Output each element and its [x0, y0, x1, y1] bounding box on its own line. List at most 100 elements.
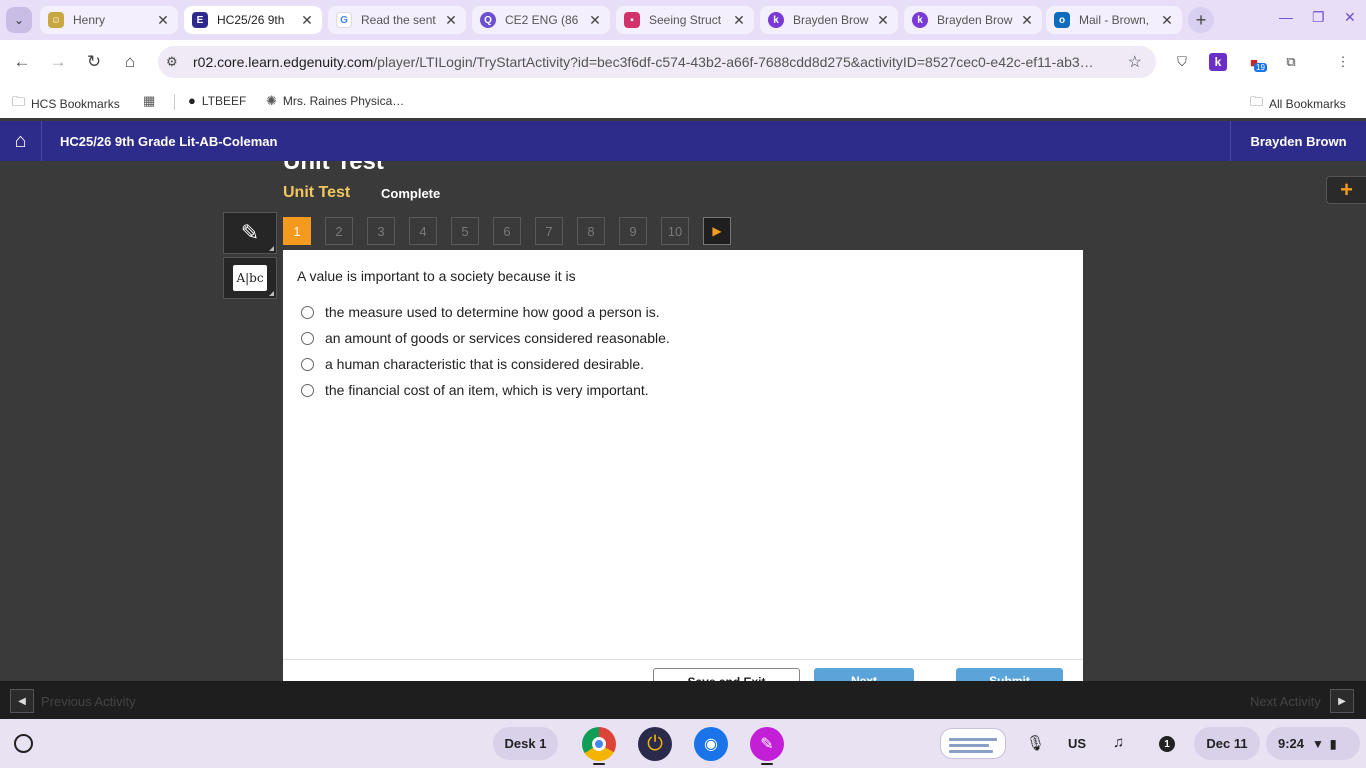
close-icon[interactable]: ✕	[732, 12, 746, 29]
quizizz-favicon-icon: Q	[480, 12, 496, 28]
power-app-icon[interactable]: ⏻	[638, 727, 672, 761]
bookmark-hcs[interactable]: 🗀 HCS Bookmarks	[12, 93, 120, 115]
previous-activity-label[interactable]: Previous Activity	[41, 694, 136, 709]
user-menu[interactable]: Brayden Brown	[1230, 121, 1366, 161]
close-icon[interactable]: ✕	[444, 12, 458, 29]
option-label[interactable]: an amount of goods or services considere…	[325, 330, 670, 346]
question-nav-9[interactable]: 9	[619, 217, 647, 245]
close-icon[interactable]: ✕	[1160, 12, 1174, 29]
answer-option-4[interactable]: the financial cost of an item, which is …	[301, 382, 649, 398]
radio-button[interactable]	[301, 383, 314, 397]
bookmark-star-icon[interactable]: ☆	[1128, 52, 1142, 72]
microphone-icon[interactable]: 🎙	[1026, 734, 1045, 752]
close-icon[interactable]: ✕	[876, 12, 890, 29]
close-icon[interactable]: ✕	[300, 12, 314, 29]
tab-title: Read the sent	[361, 13, 436, 27]
save-and-exit-button[interactable]: Save and Exit	[653, 668, 800, 681]
radio-button[interactable]	[301, 357, 314, 371]
plus-icon: +	[1340, 177, 1353, 202]
launcher-icon[interactable]	[14, 734, 33, 753]
bookmark-ltbeef[interactable]: ● LTBEEF	[188, 93, 246, 108]
course-title: HC25/26 9th Grade Lit-AB-Coleman	[60, 134, 278, 149]
browser-tab[interactable]: ☺ Henry ✕	[40, 6, 178, 34]
answer-option-2[interactable]: an amount of goods or services considere…	[301, 330, 670, 346]
question-nav-1[interactable]: 1	[283, 217, 311, 245]
notes-app-icon[interactable]: ✎	[750, 727, 784, 761]
close-icon[interactable]: ✕	[1020, 12, 1034, 29]
bookmark-raines[interactable]: ✺ Mrs. Raines Physica…	[266, 93, 404, 109]
chevron-left-icon: ◀	[18, 695, 26, 707]
input-method[interactable]: US	[1060, 727, 1094, 760]
browser-tab[interactable]: k Brayden Brow ✕	[760, 6, 898, 34]
desk-switcher[interactable]: Desk 1	[493, 727, 558, 760]
next-button[interactable]: Next	[814, 668, 914, 681]
more-menu-icon[interactable]: ⋮	[1334, 53, 1352, 71]
option-label[interactable]: a human characteristic that is considere…	[325, 356, 644, 372]
home-icon[interactable]: ⌂	[120, 52, 140, 72]
question-nav-2[interactable]: 2	[325, 217, 353, 245]
close-window-icon[interactable]: ✕	[1344, 9, 1356, 26]
option-label[interactable]: the measure used to determine how good a…	[325, 304, 660, 320]
status-area[interactable]: 9:24 ▼ ▮	[1266, 727, 1360, 760]
question-nav-3[interactable]: 3	[367, 217, 395, 245]
submit-button[interactable]: Submit	[956, 668, 1063, 681]
address-bar[interactable]: ⚙ r02.core.learn.edgenuity.com/player/LT…	[158, 46, 1156, 78]
holding-space-thumbnail[interactable]	[940, 728, 1006, 759]
question-nav-10[interactable]: 10	[661, 217, 689, 245]
browser-tab-active[interactable]: E HC25/26 9th ✕	[184, 6, 322, 34]
date-pill[interactable]: Dec 11	[1194, 727, 1260, 760]
question-nav-6[interactable]: 6	[493, 217, 521, 245]
tab-search-button[interactable]: ⌄	[6, 7, 32, 33]
expand-tools-button[interactable]: +	[1326, 176, 1366, 204]
question-nav-7[interactable]: 7	[535, 217, 563, 245]
new-tab-button[interactable]: +	[1188, 7, 1214, 33]
forward-icon[interactable]: →	[48, 52, 68, 72]
dictionary-tool-button[interactable]: A|bc	[223, 257, 277, 299]
thumbnail-line	[949, 744, 989, 747]
camera-app-icon[interactable]: ◉	[694, 727, 728, 761]
henry-favicon-icon: ☺	[48, 12, 64, 28]
extensions-puzzle-icon[interactable]: ⧉	[1282, 53, 1300, 71]
radio-button[interactable]	[301, 331, 314, 345]
question-nav-8[interactable]: 8	[577, 217, 605, 245]
tab-title: HC25/26 9th	[217, 13, 285, 27]
question-nav-4[interactable]: 4	[409, 217, 437, 245]
tab-title: CE2 ENG (86	[505, 13, 579, 27]
minimize-icon[interactable]: —	[1279, 9, 1293, 25]
url-text[interactable]: r02.core.learn.edgenuity.com/player/LTIL…	[193, 54, 1113, 70]
notification-count[interactable]: 1	[1159, 736, 1175, 752]
folder-icon: 🗀	[1250, 94, 1264, 109]
question-nav-5[interactable]: 5	[451, 217, 479, 245]
radio-button[interactable]	[301, 305, 314, 319]
reload-icon[interactable]: ↻	[84, 52, 104, 72]
next-activity-button[interactable]: ▶	[1330, 689, 1354, 713]
pencil-tool-button[interactable]: ✎	[223, 212, 277, 254]
answer-option-3[interactable]: a human characteristic that is considere…	[301, 356, 644, 372]
chrome-app-icon[interactable]	[582, 727, 616, 761]
previous-activity-button[interactable]: ◀	[10, 689, 34, 713]
close-icon[interactable]: ✕	[156, 12, 170, 29]
thumbnail-line	[949, 750, 993, 753]
bookmark-apps[interactable]: ▦	[143, 93, 155, 109]
site-settings-icon[interactable]: ⚙	[166, 54, 178, 70]
answer-option-1[interactable]: the measure used to determine how good a…	[301, 304, 660, 320]
all-bookmarks[interactable]: 🗀 All Bookmarks	[1250, 93, 1346, 115]
browser-tab[interactable]: k Brayden Brow ✕	[904, 6, 1042, 34]
browser-toolbar: ← → ↻ ⌂ ⚙ r02.core.learn.edgenuity.com/p…	[0, 40, 1366, 84]
browser-tab[interactable]: ▪ Seeing Struct ✕	[616, 6, 754, 34]
browser-tab[interactable]: G Read the sent ✕	[328, 6, 466, 34]
home-button[interactable]: ⌂	[0, 121, 42, 161]
media-controls-icon[interactable]: ♫	[1113, 734, 1124, 751]
browser-tab[interactable]: o Mail - Brown, ✕	[1046, 6, 1182, 34]
shield-extension-icon[interactable]: ⛉	[1173, 53, 1191, 71]
close-icon[interactable]: ✕	[588, 12, 602, 29]
next-activity-label[interactable]: Next Activity	[1250, 694, 1321, 709]
google-favicon-icon: G	[336, 12, 352, 28]
bookmark-label: HCS Bookmarks	[31, 97, 120, 111]
option-label[interactable]: the financial cost of an item, which is …	[325, 382, 649, 398]
browser-tab[interactable]: Q CE2 ENG (86 ✕	[472, 6, 610, 34]
next-question-button[interactable]: ▶	[703, 217, 731, 245]
kami-extension-icon[interactable]: k	[1209, 53, 1227, 71]
back-icon[interactable]: ←	[12, 52, 32, 72]
restore-icon[interactable]: ❐	[1312, 9, 1325, 26]
